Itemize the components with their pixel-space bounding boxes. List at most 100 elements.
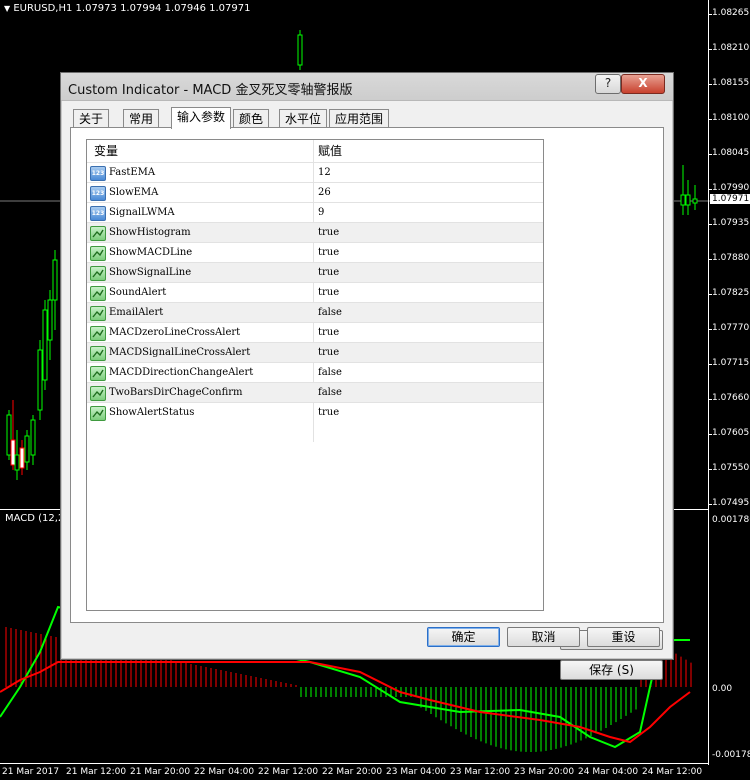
table-row[interactable]: SoundAlert true <box>87 282 543 303</box>
candle-body <box>10 439 16 466</box>
price-tick <box>709 189 712 190</box>
parameter-name: TwoBarsDirChageConfirm <box>109 387 243 398</box>
table-row[interactable]: ShowMACDLine true <box>87 242 543 263</box>
table-row[interactable]: EmailAlert false <box>87 302 543 323</box>
current-price-tag: 1.07971 <box>710 194 750 204</box>
time-tick-label: 23 Mar 12:00 <box>450 767 511 777</box>
tab-5[interactable]: 应用范围 <box>329 109 390 128</box>
dialog-titlebar[interactable]: Custom Indicator - MACD 金叉死叉零轴警报版 ? X <box>61 73 673 101</box>
chart-symbol-title: ▼ EURUSD,H1 1.07973 1.07994 1.07946 1.07… <box>4 3 251 14</box>
parameter-value[interactable]: 9 <box>318 203 324 223</box>
table-row[interactable]: 123 SlowEMA 26 <box>87 182 543 203</box>
table-row[interactable]: MACDSignalLineCrossAlert true <box>87 342 543 363</box>
candle-body <box>14 454 20 471</box>
parameter-value[interactable]: true <box>318 403 339 423</box>
price-tick-label: 1.08045 <box>712 148 750 158</box>
table-row[interactable]: 123 SignalLWMA 9 <box>87 202 543 223</box>
parameter-name: SlowEMA <box>109 187 159 198</box>
parameter-value[interactable]: true <box>318 323 339 343</box>
price-tick <box>709 154 712 155</box>
parameter-name: ShowAlertStatus <box>109 407 195 418</box>
reset-button[interactable]: 重设 <box>587 627 660 647</box>
boolean-icon <box>90 406 106 421</box>
price-tick-label: 1.07715 <box>712 358 750 368</box>
save-button[interactable]: 保存 (S) <box>560 660 663 680</box>
candle-body <box>42 309 48 381</box>
price-tick-label: 1.08265 <box>712 8 750 18</box>
boolean-icon <box>90 226 106 241</box>
boolean-icon <box>90 246 106 261</box>
parameter-name: ShowMACDLine <box>109 247 193 258</box>
time-tick-label: 21 Mar 20:00 <box>130 767 191 777</box>
dialog-title: Custom Indicator - MACD 金叉死叉零轴警报版 <box>68 83 353 98</box>
parameter-name: SoundAlert <box>109 287 167 298</box>
table-row[interactable]: MACDzeroLineCrossAlert true <box>87 322 543 343</box>
table-row[interactable]: ShowSignalLine true <box>87 262 543 283</box>
ok-button[interactable]: 确定 <box>427 627 500 647</box>
tab-2[interactable]: 输入参数 <box>171 107 232 129</box>
header-divider <box>313 140 314 162</box>
parameter-name: MACDDirectionChangeAlert <box>109 367 254 378</box>
tab-4[interactable]: 水平位 <box>279 109 328 128</box>
parameter-value[interactable]: true <box>318 223 339 243</box>
tab-3[interactable]: 颜色 <box>233 109 270 128</box>
macd-tick-label: 0.001786 <box>712 515 750 525</box>
number-icon: 123 <box>90 166 106 181</box>
time-tick-label: 24 Mar 12:00 <box>642 767 703 777</box>
header-value: 赋值 <box>318 144 343 158</box>
tab-1[interactable]: 常用 <box>123 109 160 128</box>
close-button[interactable]: X <box>621 74 665 94</box>
table-row[interactable]: ShowAlertStatus true <box>87 402 543 423</box>
number-icon: 123 <box>90 186 106 201</box>
parameter-value[interactable]: true <box>318 283 339 303</box>
price-tick <box>709 504 712 505</box>
table-row[interactable]: ShowHistogram true <box>87 222 543 243</box>
parameter-name: ShowSignalLine <box>109 267 192 278</box>
boolean-icon <box>90 286 106 301</box>
cancel-button[interactable]: 取消 <box>507 627 580 647</box>
candle-body <box>19 447 25 469</box>
candle-body <box>680 194 686 206</box>
parameter-name: ShowHistogram <box>109 227 191 238</box>
boolean-icon <box>90 366 106 381</box>
tab-0[interactable]: 关于 <box>73 109 110 128</box>
time-tick-label: 22 Mar 20:00 <box>322 767 383 777</box>
price-tick <box>709 434 712 435</box>
candle-body <box>6 414 12 456</box>
price-tick <box>709 364 712 365</box>
price-tick <box>709 84 712 85</box>
price-tick-label: 1.08100 <box>712 113 750 123</box>
table-row[interactable]: 123 FastEMA 12 <box>87 162 543 183</box>
price-tick-label: 1.07770 <box>712 323 750 333</box>
price-tick <box>709 119 712 120</box>
price-tick <box>709 469 712 470</box>
table-row[interactable]: MACDDirectionChangeAlert false <box>87 362 543 383</box>
parameter-value[interactable]: true <box>318 343 339 363</box>
parameter-value[interactable]: 26 <box>318 183 331 203</box>
number-icon: 123 <box>90 206 106 221</box>
parameter-value[interactable]: false <box>318 383 342 403</box>
candle-body <box>692 198 698 204</box>
price-tick-label: 1.08210 <box>712 43 750 53</box>
parameter-value[interactable]: 12 <box>318 163 331 183</box>
chart-title-icon: ▼ <box>4 4 11 13</box>
boolean-icon <box>90 326 106 341</box>
macd-tick-label: 0.00 <box>712 684 733 694</box>
parameter-value[interactable]: true <box>318 243 339 263</box>
price-tick <box>709 49 712 50</box>
boolean-icon <box>90 306 106 321</box>
time-axis-divider <box>0 763 709 764</box>
parameter-value[interactable]: false <box>318 363 342 383</box>
price-tick-label: 1.07550 <box>712 463 750 473</box>
time-tick-label: 21 Mar 2017 <box>2 767 60 777</box>
table-row[interactable]: TwoBarsDirChageConfirm false <box>87 382 543 403</box>
parameter-value[interactable]: false <box>318 303 342 323</box>
parameter-value[interactable]: true <box>318 263 339 283</box>
price-tick <box>709 294 712 295</box>
help-button[interactable]: ? <box>595 74 621 94</box>
price-tick-label: 1.07660 <box>712 393 750 403</box>
price-tick-label: 1.07935 <box>712 218 750 228</box>
price-tick <box>709 14 712 15</box>
time-tick-label: 21 Mar 12:00 <box>66 767 127 777</box>
candle-body <box>30 419 36 456</box>
